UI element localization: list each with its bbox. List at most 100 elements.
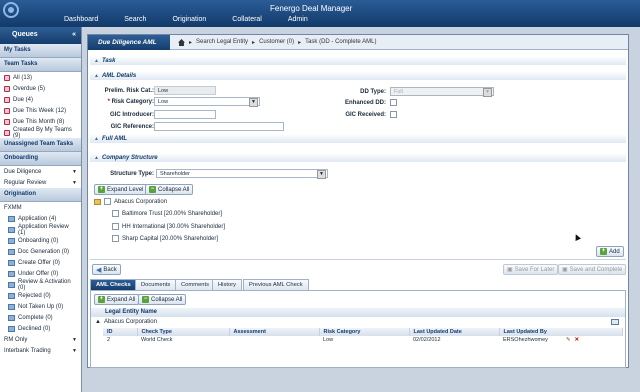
- risk-category-select[interactable]: Low: [154, 97, 260, 107]
- tab-aml-checks[interactable]: AML Checks: [90, 279, 137, 290]
- column-header[interactable]: Risk Category: [319, 328, 410, 336]
- tab-history[interactable]: History: [212, 279, 243, 290]
- fxmm-item[interactable]: Review & Activation (0): [0, 279, 81, 291]
- team-item-created[interactable]: Created By My Teams (9): [0, 127, 81, 139]
- expand-level-button[interactable]: + Expand Level: [94, 184, 148, 195]
- column-header[interactable]: Check Type: [137, 328, 230, 336]
- edit-icon[interactable]: ✎: [566, 337, 571, 343]
- button-label: Collapse All: [151, 296, 183, 303]
- column-header[interactable]: Assessment: [229, 328, 320, 336]
- team-item-due-month[interactable]: Due This Month (8): [0, 116, 81, 127]
- structure-type-select[interactable]: Shareholder: [156, 169, 328, 179]
- entity-checkbox[interactable]: [104, 198, 111, 205]
- fxmm-item[interactable]: Under Offer (0): [0, 268, 81, 279]
- team-item-overdue[interactable]: Overdue (5): [0, 83, 81, 94]
- entity-checkbox[interactable]: [112, 223, 119, 230]
- tab-documents[interactable]: Documents: [135, 279, 177, 290]
- list-item-label: Due This Month (8): [13, 118, 65, 125]
- button-label: Collapse All: [158, 186, 190, 193]
- onboarding-regular-review[interactable]: Regular Review ▼: [0, 177, 81, 188]
- chevron-down-icon: ▼: [72, 168, 77, 175]
- nav-origination[interactable]: Origination: [172, 16, 206, 23]
- save-icon: ▣: [562, 267, 568, 273]
- structure-collapse-all-button[interactable]: − Collapse All: [145, 184, 194, 195]
- fxmm-item[interactable]: Complete (0): [0, 312, 81, 323]
- fxmm-item[interactable]: Doc Generation (0): [0, 246, 81, 257]
- child-entity[interactable]: Baltimore Trust [20.00% Shareholder]: [112, 210, 222, 217]
- collapse-icon[interactable]: «: [72, 31, 76, 38]
- queues-header[interactable]: Queues «: [0, 27, 81, 44]
- entity-checkbox[interactable]: [112, 235, 119, 242]
- team-item-due[interactable]: Due (4): [0, 94, 81, 105]
- origination-header[interactable]: Origination: [0, 188, 81, 202]
- button-label: Back: [103, 266, 117, 273]
- gic-introducer-field[interactable]: [154, 110, 216, 119]
- enhanced-dd-checkbox[interactable]: [390, 99, 397, 106]
- main-nav: Dashboard Search Origination Collateral …: [64, 16, 334, 23]
- team-tasks-header[interactable]: Team Tasks: [0, 58, 81, 72]
- company-structure-header[interactable]: ▲ Company Structure: [90, 153, 626, 162]
- entity-checkbox[interactable]: [112, 210, 119, 217]
- fxmm-item[interactable]: Declined (0): [0, 323, 81, 334]
- fxmm-group[interactable]: FXMM: [0, 202, 81, 213]
- fxmm-item[interactable]: Application Review (1): [0, 224, 81, 236]
- back-button[interactable]: ◀ Back: [92, 264, 121, 275]
- delete-icon[interactable]: ✕: [575, 337, 580, 343]
- column-header[interactable]: ID: [103, 328, 138, 336]
- home-icon[interactable]: [178, 39, 185, 46]
- nav-dashboard[interactable]: Dashboard: [64, 16, 98, 23]
- tab-comments[interactable]: Comments: [175, 279, 216, 290]
- child-entity[interactable]: HH International [30.00% Shareholder]: [112, 223, 225, 230]
- team-item-due-week[interactable]: Due This Week (12): [0, 105, 81, 116]
- cell-risk-category: Low: [323, 337, 334, 343]
- button-label: Save For Later: [514, 266, 555, 273]
- column-header[interactable]: Last Updated Date: [409, 328, 500, 336]
- nav-search[interactable]: Search: [124, 16, 146, 23]
- save-for-later-button[interactable]: ▣ Save For Later: [503, 264, 559, 275]
- group-row[interactable]: ▲ Abacus Corporation: [95, 319, 157, 325]
- minus-icon: −: [142, 296, 149, 303]
- table-row[interactable]: 2 World Check Low 02/02/2012 ERSOhezhwom…: [103, 336, 623, 344]
- interbank-trading[interactable]: Interbank Trading ▼: [0, 345, 81, 356]
- prelim-risk-field: Low: [154, 86, 216, 95]
- section-title: AML Details: [101, 72, 137, 79]
- rm-only[interactable]: RM Only ▼: [0, 334, 81, 345]
- fxmm-item[interactable]: Not Taken Up (0): [0, 301, 81, 312]
- breadcrumb-item[interactable]: Search Legal Entity: [196, 39, 248, 46]
- checklist-icon: [4, 129, 10, 136]
- fxmm-item[interactable]: Create Offer (0): [0, 257, 81, 268]
- my-tasks-header[interactable]: My Tasks: [0, 44, 81, 58]
- tab-previous-aml-check[interactable]: Previous AML Check: [243, 279, 309, 290]
- nav-admin[interactable]: Admin: [288, 16, 308, 23]
- team-item-all[interactable]: All (13): [0, 72, 81, 83]
- button-label: Expand All: [107, 296, 136, 303]
- onboarding-due-diligence[interactable]: Due Diligence ▼: [0, 166, 81, 177]
- add-entity-button[interactable]: + Add: [596, 246, 624, 257]
- list-item-label: Not Taken Up (0): [18, 303, 64, 310]
- nav-collateral[interactable]: Collateral: [232, 16, 262, 23]
- task-section-header[interactable]: ▲ Task: [90, 56, 626, 65]
- fxmm-item[interactable]: Application (4): [0, 213, 81, 224]
- expand-all-button[interactable]: + Expand All: [94, 294, 140, 305]
- cell-check-type: World Check: [141, 337, 173, 343]
- full-aml-header[interactable]: ▲ Full AML: [90, 134, 626, 143]
- column-header[interactable]: Last Updated By: [499, 328, 623, 336]
- gic-received-checkbox[interactable]: [390, 111, 397, 118]
- aml-details-header[interactable]: ▲ AML Details: [90, 71, 626, 80]
- grid-collapse-all-button[interactable]: − Collapse All: [138, 294, 187, 305]
- fxmm-item[interactable]: Onboarding (0): [0, 235, 81, 246]
- save-complete-button[interactable]: ▣ Save and Complete: [558, 264, 627, 275]
- gic-reference-field[interactable]: [154, 122, 284, 131]
- expand-triangle-icon[interactable]: ▲: [95, 319, 101, 325]
- onboarding-header[interactable]: Onboarding: [0, 152, 81, 166]
- chevron-down-icon: ▼: [72, 336, 77, 343]
- column-chooser-icon[interactable]: [611, 319, 619, 325]
- label-text: Risk Category:: [111, 99, 154, 105]
- breadcrumb-item[interactable]: Customer (0): [259, 39, 294, 46]
- child-entity[interactable]: Sharp Capital [20.00% Shareholder]: [112, 235, 218, 242]
- unassigned-header[interactable]: Unassigned Team Tasks: [0, 138, 81, 152]
- folder-icon: [8, 314, 15, 321]
- root-entity[interactable]: Abacus Corporation: [94, 198, 167, 205]
- fxmm-item[interactable]: Rejected (0): [0, 290, 81, 301]
- page-tab-title[interactable]: Due Diligence AML: [88, 35, 170, 50]
